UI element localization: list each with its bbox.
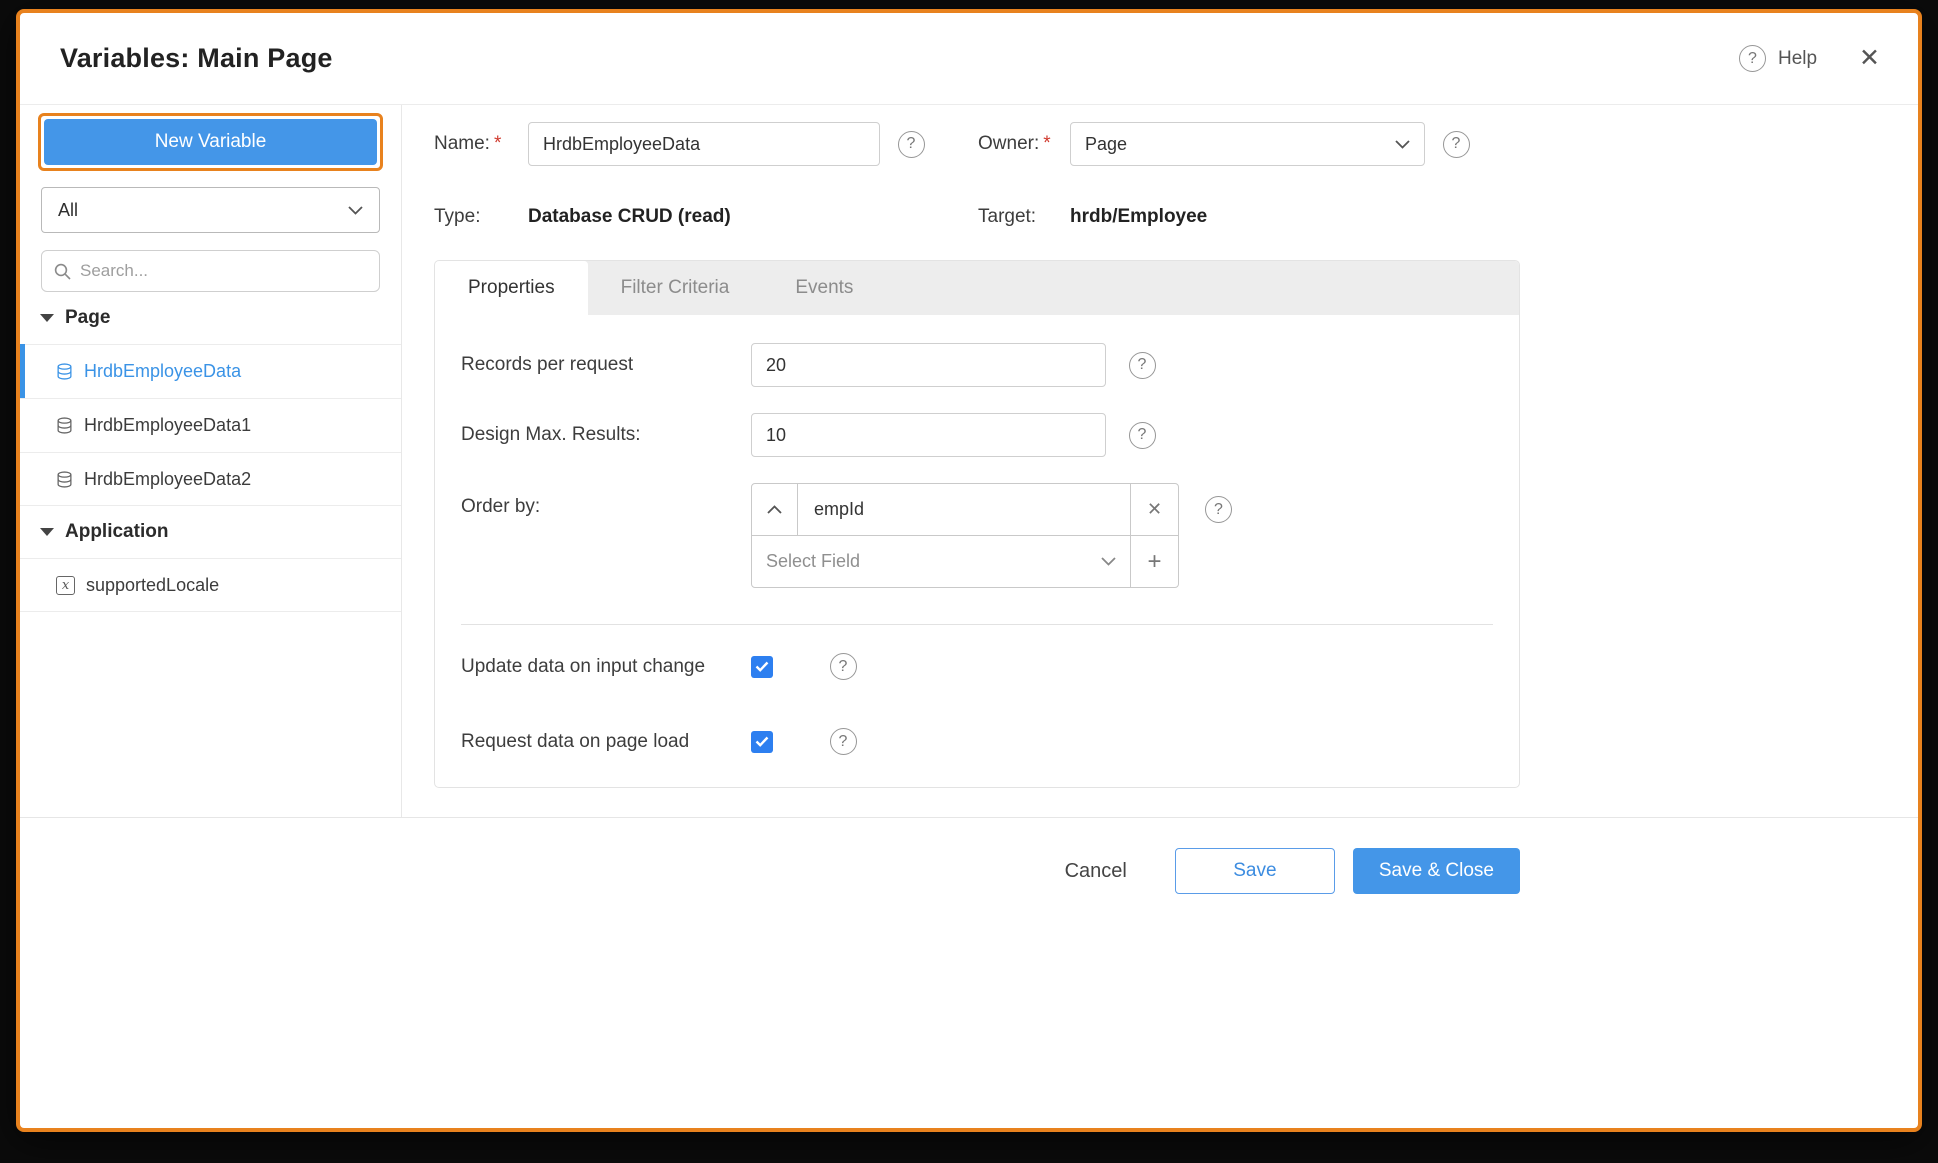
- variable-filter-value: All: [58, 200, 78, 221]
- database-icon: [56, 417, 73, 434]
- dialog-body: New Variable All Page HrdbEmployeeData: [20, 105, 1918, 817]
- request-help-icon[interactable]: ?: [830, 728, 857, 755]
- records-help-icon[interactable]: ?: [1129, 352, 1156, 379]
- owner-help-icon[interactable]: ?: [1443, 131, 1470, 158]
- required-marker: *: [1043, 133, 1050, 154]
- add-order-field-button[interactable]: +: [1130, 535, 1179, 588]
- variable-label: HrdbEmployeeData1: [84, 415, 251, 436]
- chevron-down-icon: [1395, 140, 1410, 149]
- type-value: Database CRUD (read): [528, 206, 942, 228]
- header-actions: ? Help ✕: [1739, 45, 1880, 72]
- caret-down-icon: [40, 528, 54, 536]
- help-icon[interactable]: ?: [1739, 45, 1766, 72]
- order-by-row: Order by: empId ✕: [461, 483, 1493, 588]
- sidebar-item-supportedlocale[interactable]: x supportedLocale: [20, 558, 401, 612]
- tab-bar: Properties Filter Criteria Events: [435, 261, 1519, 315]
- request-on-page-load-label: Request data on page load: [461, 731, 751, 753]
- variables-sidebar: New Variable All Page HrdbEmployeeData: [20, 105, 402, 817]
- target-label: Target:: [978, 206, 1070, 228]
- sidebar-section-page[interactable]: Page: [20, 292, 401, 344]
- request-on-page-load-row: Request data on page load ?: [461, 728, 1493, 755]
- close-icon[interactable]: ✕: [1859, 46, 1880, 71]
- records-per-request-label: Records per request: [461, 354, 751, 376]
- sidebar-item-hrdbemployeedata[interactable]: HrdbEmployeeData: [20, 344, 401, 398]
- remove-icon: ✕: [1147, 499, 1162, 520]
- update-on-input-change-label: Update data on input change: [461, 656, 751, 678]
- update-on-input-change-row: Update data on input change ?: [461, 653, 1493, 680]
- sidebar-section-application[interactable]: Application: [20, 506, 401, 558]
- dialog-header: Variables: Main Page ? Help ✕: [20, 13, 1918, 105]
- variable-search: [41, 250, 380, 292]
- section-label: Page: [65, 307, 110, 329]
- variable-meta-form: Name:* ? Owner:* Page ? Type: Database C…: [434, 122, 1918, 228]
- variable-detail-panel: Name:* ? Owner:* Page ? Type: Database C…: [402, 105, 1918, 817]
- design-max-help-icon[interactable]: ?: [1129, 422, 1156, 449]
- design-max-results-label: Design Max. Results:: [461, 424, 751, 446]
- variables-dialog: Variables: Main Page ? Help ✕ New Variab…: [16, 9, 1922, 1132]
- order-by-label: Order by:: [461, 483, 751, 518]
- order-by-field-select[interactable]: Select Field: [751, 535, 1131, 588]
- variable-label: supportedLocale: [86, 575, 219, 596]
- target-value: hrdb/Employee: [1070, 206, 1487, 228]
- sidebar-item-hrdbemployeedata1[interactable]: HrdbEmployeeData1: [20, 398, 401, 452]
- name-help-icon[interactable]: ?: [898, 131, 925, 158]
- cancel-button[interactable]: Cancel: [1065, 848, 1127, 894]
- design-max-results-input[interactable]: [751, 413, 1106, 457]
- variable-label: HrdbEmployeeData2: [84, 469, 251, 490]
- update-help-icon[interactable]: ?: [830, 653, 857, 680]
- name-label: Name:*: [434, 133, 528, 155]
- owner-label: Owner:*: [978, 133, 1070, 155]
- type-label: Type:: [434, 206, 528, 228]
- order-by-field-value: empId: [798, 484, 864, 535]
- tab-events[interactable]: Events: [762, 261, 886, 315]
- design-max-results-row: Design Max. Results: ?: [461, 413, 1493, 457]
- remove-order-field-button[interactable]: ✕: [1130, 483, 1179, 536]
- panel-divider: [461, 624, 1493, 625]
- select-field-placeholder: Select Field: [766, 551, 860, 572]
- properties-tab-content: Records per request ? Design Max. Result…: [435, 315, 1519, 787]
- sort-ascending-toggle[interactable]: [752, 484, 798, 535]
- chevron-down-icon: [1101, 557, 1116, 566]
- order-by-help-icon[interactable]: ?: [1205, 496, 1232, 523]
- chevron-down-icon: [348, 206, 363, 215]
- check-icon: [755, 661, 769, 672]
- records-per-request-row: Records per request ?: [461, 343, 1493, 387]
- caret-down-icon: [40, 314, 54, 322]
- search-icon: [54, 263, 71, 280]
- database-icon: [56, 471, 73, 488]
- database-icon: [56, 363, 73, 380]
- order-by-group: empId ✕ Select Field +: [751, 483, 1179, 588]
- order-by-entry: empId: [751, 483, 1131, 536]
- app-backdrop: { "modal": { "title": "Variables: Main P…: [0, 0, 1938, 1163]
- page-title: Variables: Main Page: [60, 43, 333, 74]
- variable-icon: x: [56, 576, 75, 595]
- chevron-up-icon: [767, 505, 782, 514]
- help-link[interactable]: Help: [1778, 48, 1817, 70]
- tab-filter-criteria[interactable]: Filter Criteria: [588, 261, 763, 315]
- new-variable-button[interactable]: New Variable: [44, 119, 377, 165]
- request-on-page-load-checkbox[interactable]: [751, 731, 773, 753]
- sidebar-item-hrdbemployeedata2[interactable]: HrdbEmployeeData2: [20, 452, 401, 506]
- variable-tab-panel: Properties Filter Criteria Events Record…: [434, 260, 1520, 788]
- check-icon: [755, 736, 769, 747]
- owner-value: Page: [1085, 134, 1127, 155]
- dialog-footer: Cancel Save Save & Close: [20, 817, 1918, 1128]
- name-input[interactable]: [528, 122, 880, 166]
- section-label: Application: [65, 521, 168, 543]
- new-variable-highlight: New Variable: [38, 113, 383, 171]
- tab-properties[interactable]: Properties: [435, 261, 588, 315]
- save-button[interactable]: Save: [1175, 848, 1335, 894]
- search-input[interactable]: [80, 261, 367, 281]
- save-and-close-button[interactable]: Save & Close: [1353, 848, 1520, 894]
- required-marker: *: [494, 133, 501, 154]
- records-per-request-input[interactable]: [751, 343, 1106, 387]
- variable-filter-select[interactable]: All: [41, 187, 380, 233]
- update-on-input-change-checkbox[interactable]: [751, 656, 773, 678]
- variable-label: HrdbEmployeeData: [84, 361, 241, 382]
- plus-icon: +: [1147, 550, 1161, 574]
- owner-select[interactable]: Page: [1070, 122, 1425, 166]
